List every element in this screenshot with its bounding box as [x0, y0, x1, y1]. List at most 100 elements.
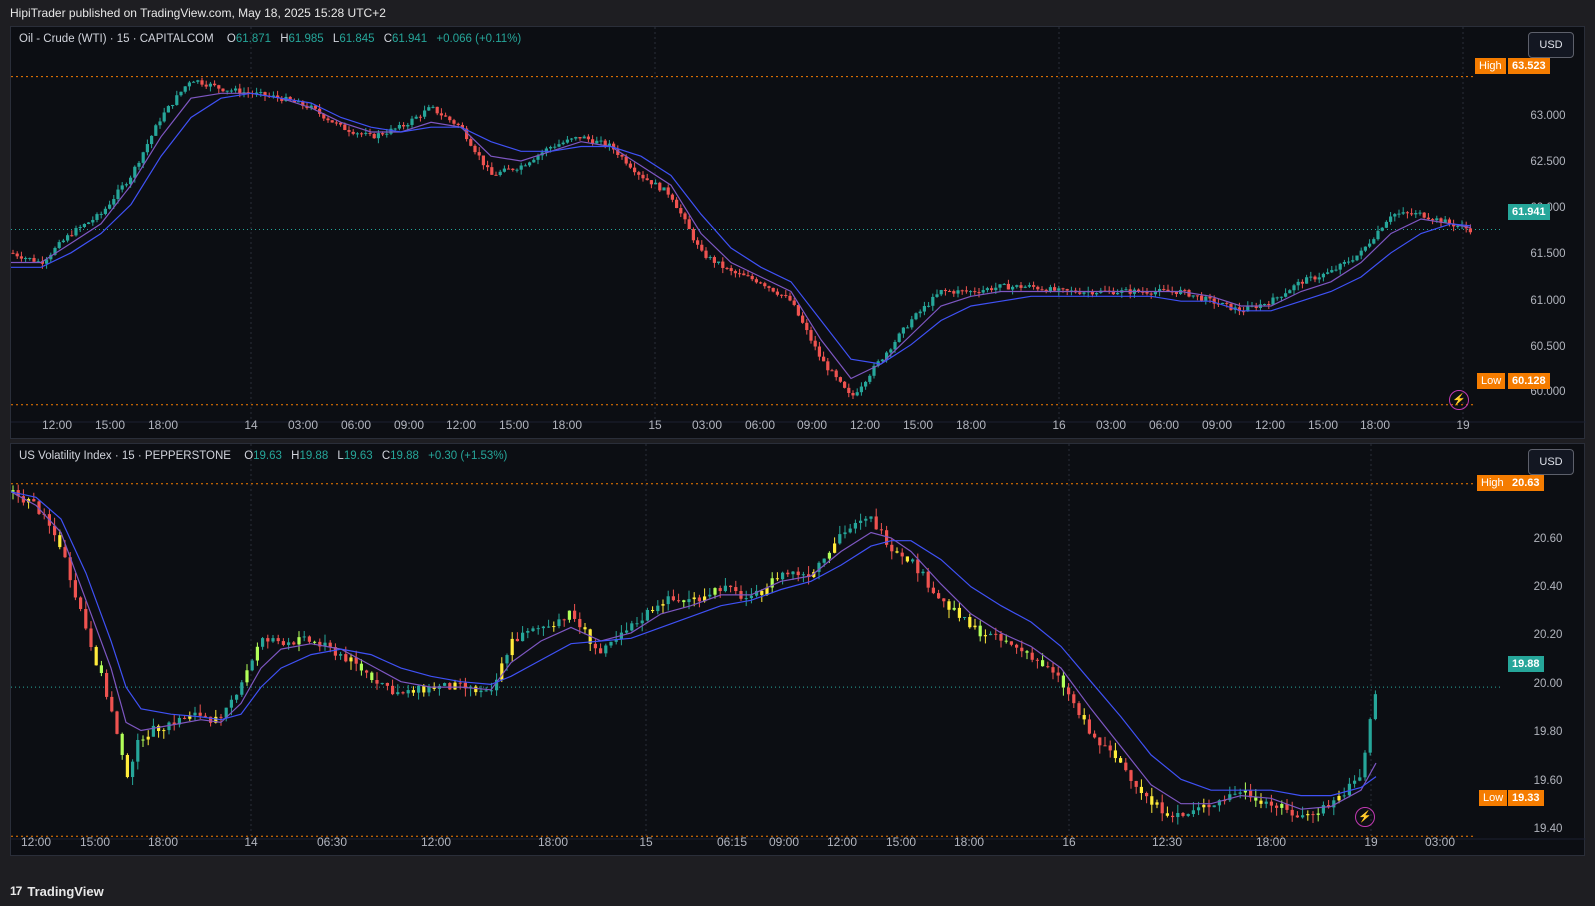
candle-body: [1162, 288, 1166, 290]
candle-body: [822, 356, 826, 362]
candle-body: [1015, 285, 1019, 287]
candle-body: [1263, 304, 1267, 306]
x-tick-label: 16: [1052, 418, 1066, 432]
candle-body: [1065, 289, 1069, 291]
vix-currency-button[interactable]: USD: [1528, 449, 1574, 475]
candle-body: [704, 250, 708, 258]
candle-body: [1410, 213, 1414, 215]
candle-body: [1011, 286, 1015, 290]
candle-body: [1036, 286, 1040, 290]
candle-body: [838, 377, 842, 382]
candle-body: [635, 623, 639, 625]
vix-chart-canvas[interactable]: 20.60 20.40 20.20 20.00 19.80 19.60 19.40 12:00…: [11, 444, 1586, 857]
candle-body: [183, 717, 187, 719]
candle-body: [368, 132, 372, 134]
candle-body: [729, 268, 733, 272]
oil-close-value: 61.941: [392, 33, 428, 45]
candle-body: [208, 83, 212, 87]
candle-body: [1119, 758, 1123, 763]
oil-high-tag-value: 63.523: [1508, 58, 1550, 74]
candle-body: [414, 116, 418, 119]
candle-body: [952, 291, 956, 294]
lightning-icon[interactable]: ⚡: [1449, 390, 1469, 410]
x-tick-label: 19: [1456, 418, 1470, 432]
candle-body: [167, 722, 171, 731]
candle-body: [895, 551, 899, 553]
tradingview-logo[interactable]: 17 TradingView: [0, 877, 104, 906]
oil-chart-pane[interactable]: 63.00062.50062.00061.50061.00060.50060.0…: [10, 26, 1586, 440]
vix-low-tag-label: Low: [1479, 790, 1508, 806]
x-tick-label: 03:00: [1425, 835, 1455, 849]
candle-body: [855, 392, 859, 396]
candle-body: [1264, 801, 1268, 804]
candle-body: [103, 208, 107, 214]
candle-body: [1418, 212, 1422, 214]
candle-body: [158, 121, 162, 126]
candle-body: [145, 144, 149, 153]
candle-body: [868, 375, 872, 382]
candle-body: [28, 257, 32, 259]
x-tick-label: 09:00: [797, 418, 827, 432]
candle-body: [586, 136, 590, 140]
x-tick-label: 14: [244, 418, 258, 432]
candle-body: [889, 349, 893, 353]
candle-body: [359, 663, 363, 671]
candle-body: [708, 594, 712, 597]
x-tick-label: 15:00: [499, 418, 529, 432]
candle-body: [1078, 292, 1082, 294]
candle-body: [385, 682, 389, 686]
candle-body: [255, 646, 259, 661]
candle-body: [343, 124, 347, 130]
candle-body: [187, 82, 191, 87]
candle-body: [124, 184, 128, 186]
vix-change: +0.30 (+1.53%): [428, 450, 508, 462]
oil-high-value: 61.985: [288, 33, 324, 45]
candle-body: [692, 597, 696, 600]
candle-body: [1284, 293, 1288, 297]
oil-low-tag-label: Low: [1477, 373, 1506, 389]
candle-body: [999, 634, 1003, 641]
candle-body: [1160, 802, 1164, 814]
candle-body: [183, 86, 187, 92]
candle-body: [591, 139, 595, 144]
candle-body: [330, 120, 334, 123]
candle-body: [994, 287, 998, 291]
candle-body: [771, 287, 775, 292]
oil-currency-button[interactable]: USD: [1528, 32, 1574, 58]
candle-body: [744, 598, 748, 600]
candle-body: [456, 123, 460, 125]
candle-body: [70, 235, 74, 237]
vix-high-value: 19.88: [299, 450, 329, 462]
candle-body: [1372, 239, 1376, 244]
tradingview-brand: TradingView: [27, 884, 104, 899]
candle-body: [110, 696, 114, 712]
candle-body: [1072, 694, 1076, 704]
vix-low-tag-value: 19.33: [1508, 790, 1544, 806]
oil-chart-canvas[interactable]: 63.00062.50062.00061.50061.00060.50060.0…: [11, 27, 1586, 440]
candle-body: [519, 165, 523, 170]
candle-body: [162, 112, 166, 122]
candle-body: [505, 655, 509, 664]
candle-body: [637, 172, 641, 175]
candle-body: [302, 636, 306, 638]
candle-body: [1032, 285, 1036, 287]
candle-body: [381, 133, 385, 135]
candle-body: [547, 626, 551, 628]
candle-body: [759, 282, 763, 284]
candle-body: [853, 522, 857, 529]
candle-body: [486, 165, 490, 168]
candle-body: [864, 381, 868, 387]
candle-body: [968, 617, 972, 628]
candle-body: [723, 585, 727, 592]
candle-body: [1191, 810, 1195, 815]
candle-body: [1145, 793, 1149, 797]
candle-body: [1233, 793, 1237, 795]
candle-body: [671, 596, 675, 601]
candle-body: [32, 257, 36, 262]
x-tick-label: 09:00: [1202, 418, 1232, 432]
lightning-icon[interactable]: ⚡: [1355, 807, 1375, 827]
candle-body: [536, 628, 540, 630]
x-tick-label: 15:00: [80, 835, 110, 849]
x-tick-label: 18:00: [148, 835, 178, 849]
vix-chart-pane[interactable]: 20.60 20.40 20.20 20.00 19.80 19.60 19.40 12:00…: [10, 443, 1586, 857]
